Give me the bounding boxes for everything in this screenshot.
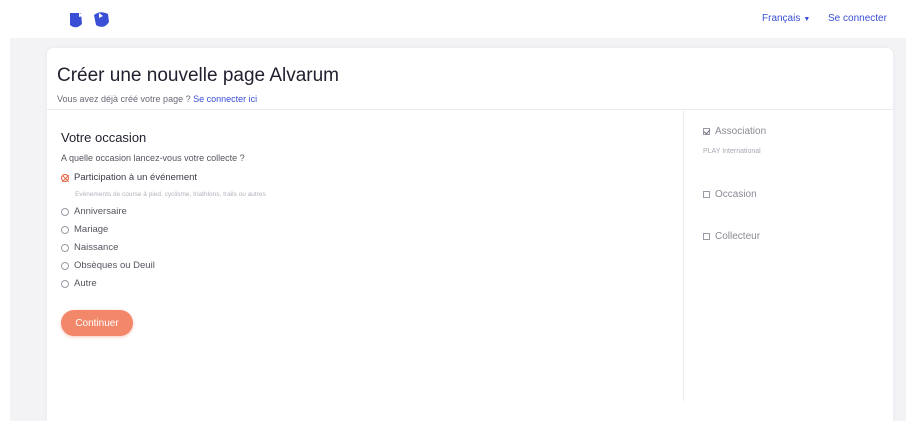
step-label: Association bbox=[715, 126, 767, 137]
option-obseques[interactable]: Obsèques ou Deuil bbox=[61, 260, 155, 271]
step-label: Occasion bbox=[715, 189, 757, 200]
option-label: Anniversaire bbox=[74, 206, 127, 217]
radio-icon[interactable] bbox=[61, 207, 69, 216]
page-title: Créer une nouvelle page Alvarum bbox=[57, 65, 340, 86]
create-page-card: Créer une nouvelle page Alvarum Vous ave… bbox=[47, 48, 893, 421]
language-label: Français bbox=[762, 13, 801, 24]
occasion-question: A quelle occasion lancez-vous votre coll… bbox=[61, 153, 245, 163]
option-hint: Evénements de course à pied, cyclisme, t… bbox=[75, 191, 266, 198]
subtitle-text: Vous avez déjà créé votre page ? bbox=[57, 94, 191, 104]
step-association: Association bbox=[703, 126, 766, 137]
option-label: Mariage bbox=[74, 224, 109, 235]
option-label: Autre bbox=[74, 278, 97, 289]
checkbox-empty-icon bbox=[703, 191, 710, 198]
option-mariage[interactable]: Mariage bbox=[61, 224, 108, 235]
login-link[interactable]: Se connecter bbox=[828, 13, 887, 24]
option-label: Obsèques ou Deuil bbox=[74, 260, 155, 271]
option-label: Participation à un événement bbox=[74, 172, 198, 183]
option-participation[interactable]: Participation à un événement bbox=[61, 172, 197, 183]
alvarum-logo[interactable] bbox=[68, 11, 114, 31]
continue-button[interactable]: Continuer bbox=[61, 310, 133, 336]
subtitle: Vous avez déjà créé votre page ? Se conn… bbox=[57, 94, 257, 104]
section-title: Votre occasion bbox=[61, 130, 147, 145]
card-header: Créer une nouvelle page Alvarum Vous ave… bbox=[47, 48, 893, 110]
checkbox-empty-icon bbox=[703, 233, 710, 240]
option-naissance[interactable]: Naissance bbox=[61, 242, 118, 253]
top-navigation-bar: Français ▼ Se connecter bbox=[10, 0, 906, 38]
option-anniversaire[interactable]: Anniversaire bbox=[61, 206, 127, 217]
language-selector[interactable]: Français ▼ bbox=[762, 13, 810, 24]
panel-divider bbox=[683, 111, 684, 401]
radio-selected-icon[interactable] bbox=[61, 173, 69, 182]
option-label: Naissance bbox=[74, 242, 119, 253]
checkbox-checked-icon bbox=[703, 128, 710, 135]
radio-icon[interactable] bbox=[61, 243, 69, 252]
step-association-detail: PLAY International bbox=[703, 148, 761, 155]
step-occasion: Occasion bbox=[703, 189, 757, 200]
radio-icon[interactable] bbox=[61, 279, 69, 288]
login-here-link[interactable]: Se connecter ici bbox=[193, 94, 257, 104]
step-label: Collecteur bbox=[715, 231, 761, 242]
step-collecteur: Collecteur bbox=[703, 231, 760, 242]
chevron-down-icon: ▼ bbox=[803, 16, 811, 23]
radio-icon[interactable] bbox=[61, 225, 69, 234]
option-autre[interactable]: Autre bbox=[61, 278, 97, 289]
radio-icon[interactable] bbox=[61, 261, 69, 270]
